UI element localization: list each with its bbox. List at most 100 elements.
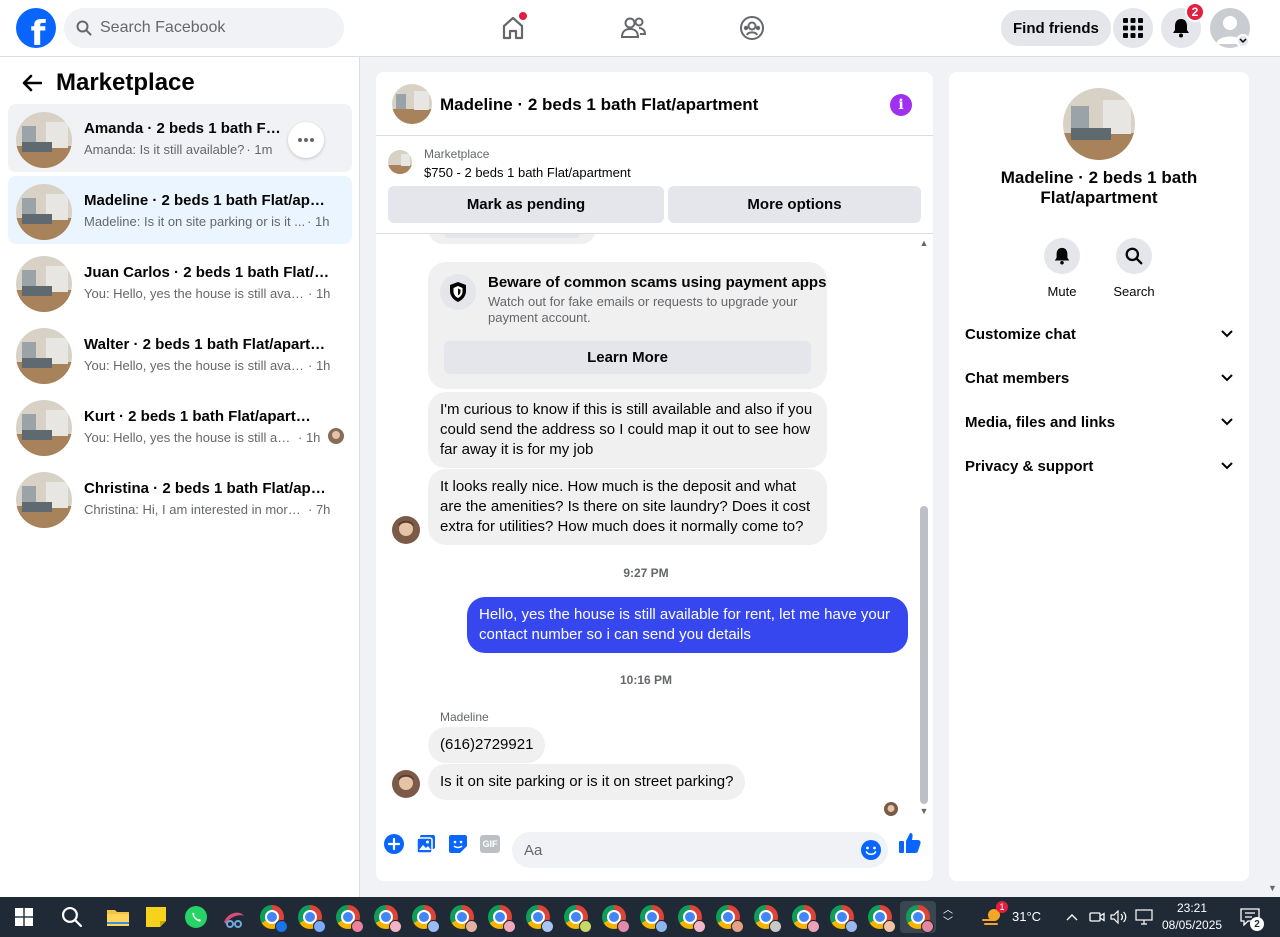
sender-avatar[interactable] <box>392 770 420 798</box>
groups-nav-button[interactable] <box>736 12 768 44</box>
friends-icon <box>620 17 647 38</box>
chrome-profile-button[interactable] <box>370 901 402 933</box>
photo-icon <box>416 835 435 854</box>
network-button[interactable] <box>1132 901 1156 933</box>
mark-as-pending-button[interactable]: Mark as pending <box>388 186 664 223</box>
chrome-profile-button[interactable] <box>560 901 592 933</box>
chrome-profile-button[interactable] <box>598 901 630 933</box>
section-customize-chat[interactable]: Customize chat <box>957 312 1241 356</box>
chrome-active-window-button[interactable] <box>900 901 936 933</box>
notification-center-button[interactable]: 2 <box>1234 901 1266 933</box>
chat-avatar[interactable] <box>392 84 432 124</box>
snipping-tool-button[interactable] <box>218 901 250 933</box>
chrome-profile-button[interactable] <box>674 901 706 933</box>
conversation-time: · 1m <box>246 142 273 157</box>
gif-button[interactable]: GIF <box>478 832 502 856</box>
conversation-item[interactable]: Amanda · 2 beds 1 bath Flat/apartment Am… <box>8 104 352 172</box>
attach-photo-button[interactable] <box>414 832 438 856</box>
conversation-title: Amanda · 2 beds 1 bath Flat/apartment <box>84 120 284 137</box>
message-input[interactable] <box>524 841 844 859</box>
scroll-down-arrow-icon[interactable]: ▼ <box>919 806 929 816</box>
chrome-profile-button[interactable] <box>636 901 668 933</box>
tray-meet-button[interactable] <box>1086 901 1108 933</box>
chrome-icon <box>488 905 516 933</box>
notification-count-badge: 2 <box>1185 2 1205 22</box>
chat-title[interactable]: Madeline · 2 beds 1 bath Flat/apartment <box>440 95 758 115</box>
notifications-button[interactable]: 2 <box>1161 2 1205 48</box>
chrome-profile-button[interactable] <box>712 901 744 933</box>
message-input-box[interactable] <box>512 832 888 868</box>
more-options-button[interactable]: More options <box>668 186 921 223</box>
mute-action[interactable]: Mute <box>1032 238 1092 299</box>
add-attachment-button[interactable] <box>382 832 406 856</box>
chrome-profile-button[interactable] <box>826 901 858 933</box>
section-privacy-support[interactable]: Privacy & support <box>957 444 1241 488</box>
chrome-profile-button[interactable] <box>446 901 478 933</box>
chrome-profile-button[interactable] <box>294 901 326 933</box>
message-list[interactable]: Beware of common scams using payment app… <box>376 234 933 818</box>
listing-bar: Marketplace $750 - 2 beds 1 bath Flat/ap… <box>376 136 933 234</box>
chrome-profile-button[interactable] <box>864 901 896 933</box>
search-box[interactable] <box>64 8 344 48</box>
account-caret[interactable] <box>1236 34 1250 48</box>
conversation-item-active[interactable]: Madeline · 2 beds 1 bath Flat/apartment … <box>8 176 352 244</box>
emoji-button[interactable] <box>860 839 882 861</box>
chrome-profile-button[interactable] <box>332 901 364 933</box>
message-scrollbar[interactable]: ▲ ▼ <box>916 234 932 818</box>
volume-button[interactable] <box>1108 901 1130 933</box>
taskbar-overflow-arrows[interactable]: ︿ ﹀ <box>940 901 956 933</box>
learn-more-button[interactable]: Learn More <box>444 341 811 374</box>
send-like-button[interactable] <box>898 831 922 855</box>
chrome-icon <box>792 905 820 933</box>
conversation-time: · 1h <box>308 358 331 373</box>
tray-overflow-button[interactable] <box>1060 901 1084 933</box>
page-scroll-down-arrow-icon[interactable]: ▼ <box>1268 883 1277 893</box>
conversation-item[interactable]: Juan Carlos · 2 beds 1 bath Flat/apartme… <box>8 248 352 316</box>
find-friends-button[interactable]: Find friends <box>1001 10 1111 46</box>
back-arrow-icon <box>22 74 42 92</box>
facebook-logo[interactable]: f <box>16 8 56 48</box>
emoji-icon <box>861 840 881 860</box>
page-scrollbar[interactable]: ▼ <box>1265 57 1280 897</box>
listing-title[interactable]: $750 - 2 beds 1 bath Flat/apartment <box>424 165 631 180</box>
search-in-chat-action[interactable]: Search <box>1104 238 1164 299</box>
timestamp-separator: 10:16 PM <box>619 673 673 687</box>
gif-icon: GIF <box>480 835 500 853</box>
chrome-profile-button[interactable] <box>788 901 820 933</box>
sender-name-label: Madeline <box>440 710 489 724</box>
weather-widget-icon[interactable]: 1 <box>976 901 1008 933</box>
chrome-profile-button[interactable] <box>750 901 782 933</box>
conversation-options-button[interactable] <box>288 122 324 158</box>
listing-thumbnail[interactable] <box>388 150 412 174</box>
back-button[interactable] <box>20 71 44 95</box>
taskbar-search-button[interactable] <box>56 901 88 933</box>
listing-avatar[interactable] <box>1063 88 1135 160</box>
sticker-button[interactable] <box>446 832 470 856</box>
chrome-profile-button[interactable] <box>484 901 516 933</box>
sender-avatar[interactable] <box>392 516 420 544</box>
info-icon[interactable]: i <box>890 94 912 116</box>
chevron-up-icon: ︿ <box>943 905 953 916</box>
clock[interactable]: 23:21 08/05/2025 <box>1162 900 1222 934</box>
snipping-tool-icon <box>224 912 244 928</box>
file-explorer-button[interactable] <box>102 901 134 933</box>
section-media-files-links[interactable]: Media, files and links <box>957 400 1241 444</box>
search-input[interactable] <box>100 19 320 37</box>
section-chat-members[interactable]: Chat members <box>957 356 1241 400</box>
start-button[interactable] <box>8 901 40 933</box>
scroll-up-arrow-icon[interactable]: ▲ <box>919 238 929 248</box>
friends-nav-button[interactable] <box>617 12 649 44</box>
conversation-item[interactable]: Walter · 2 beds 1 bath Flat/apartment Yo… <box>8 320 352 388</box>
chrome-profile-button[interactable] <box>256 901 288 933</box>
home-nav-button[interactable] <box>497 12 529 44</box>
sticky-notes-button[interactable] <box>140 901 172 933</box>
weather-temperature[interactable]: 31°C <box>1012 909 1041 924</box>
listing-thumbnail <box>16 400 72 456</box>
conversation-item[interactable]: Kurt · 2 beds 1 bath Flat/apartment You:… <box>8 392 352 460</box>
chrome-profile-button[interactable] <box>522 901 554 933</box>
conversation-item[interactable]: Christina · 2 beds 1 bath Flat/apartment… <box>8 464 352 532</box>
chrome-profile-button[interactable] <box>408 901 440 933</box>
scroll-thumb[interactable] <box>920 506 928 804</box>
whatsapp-button[interactable] <box>180 901 212 933</box>
menu-button[interactable] <box>1113 8 1153 48</box>
